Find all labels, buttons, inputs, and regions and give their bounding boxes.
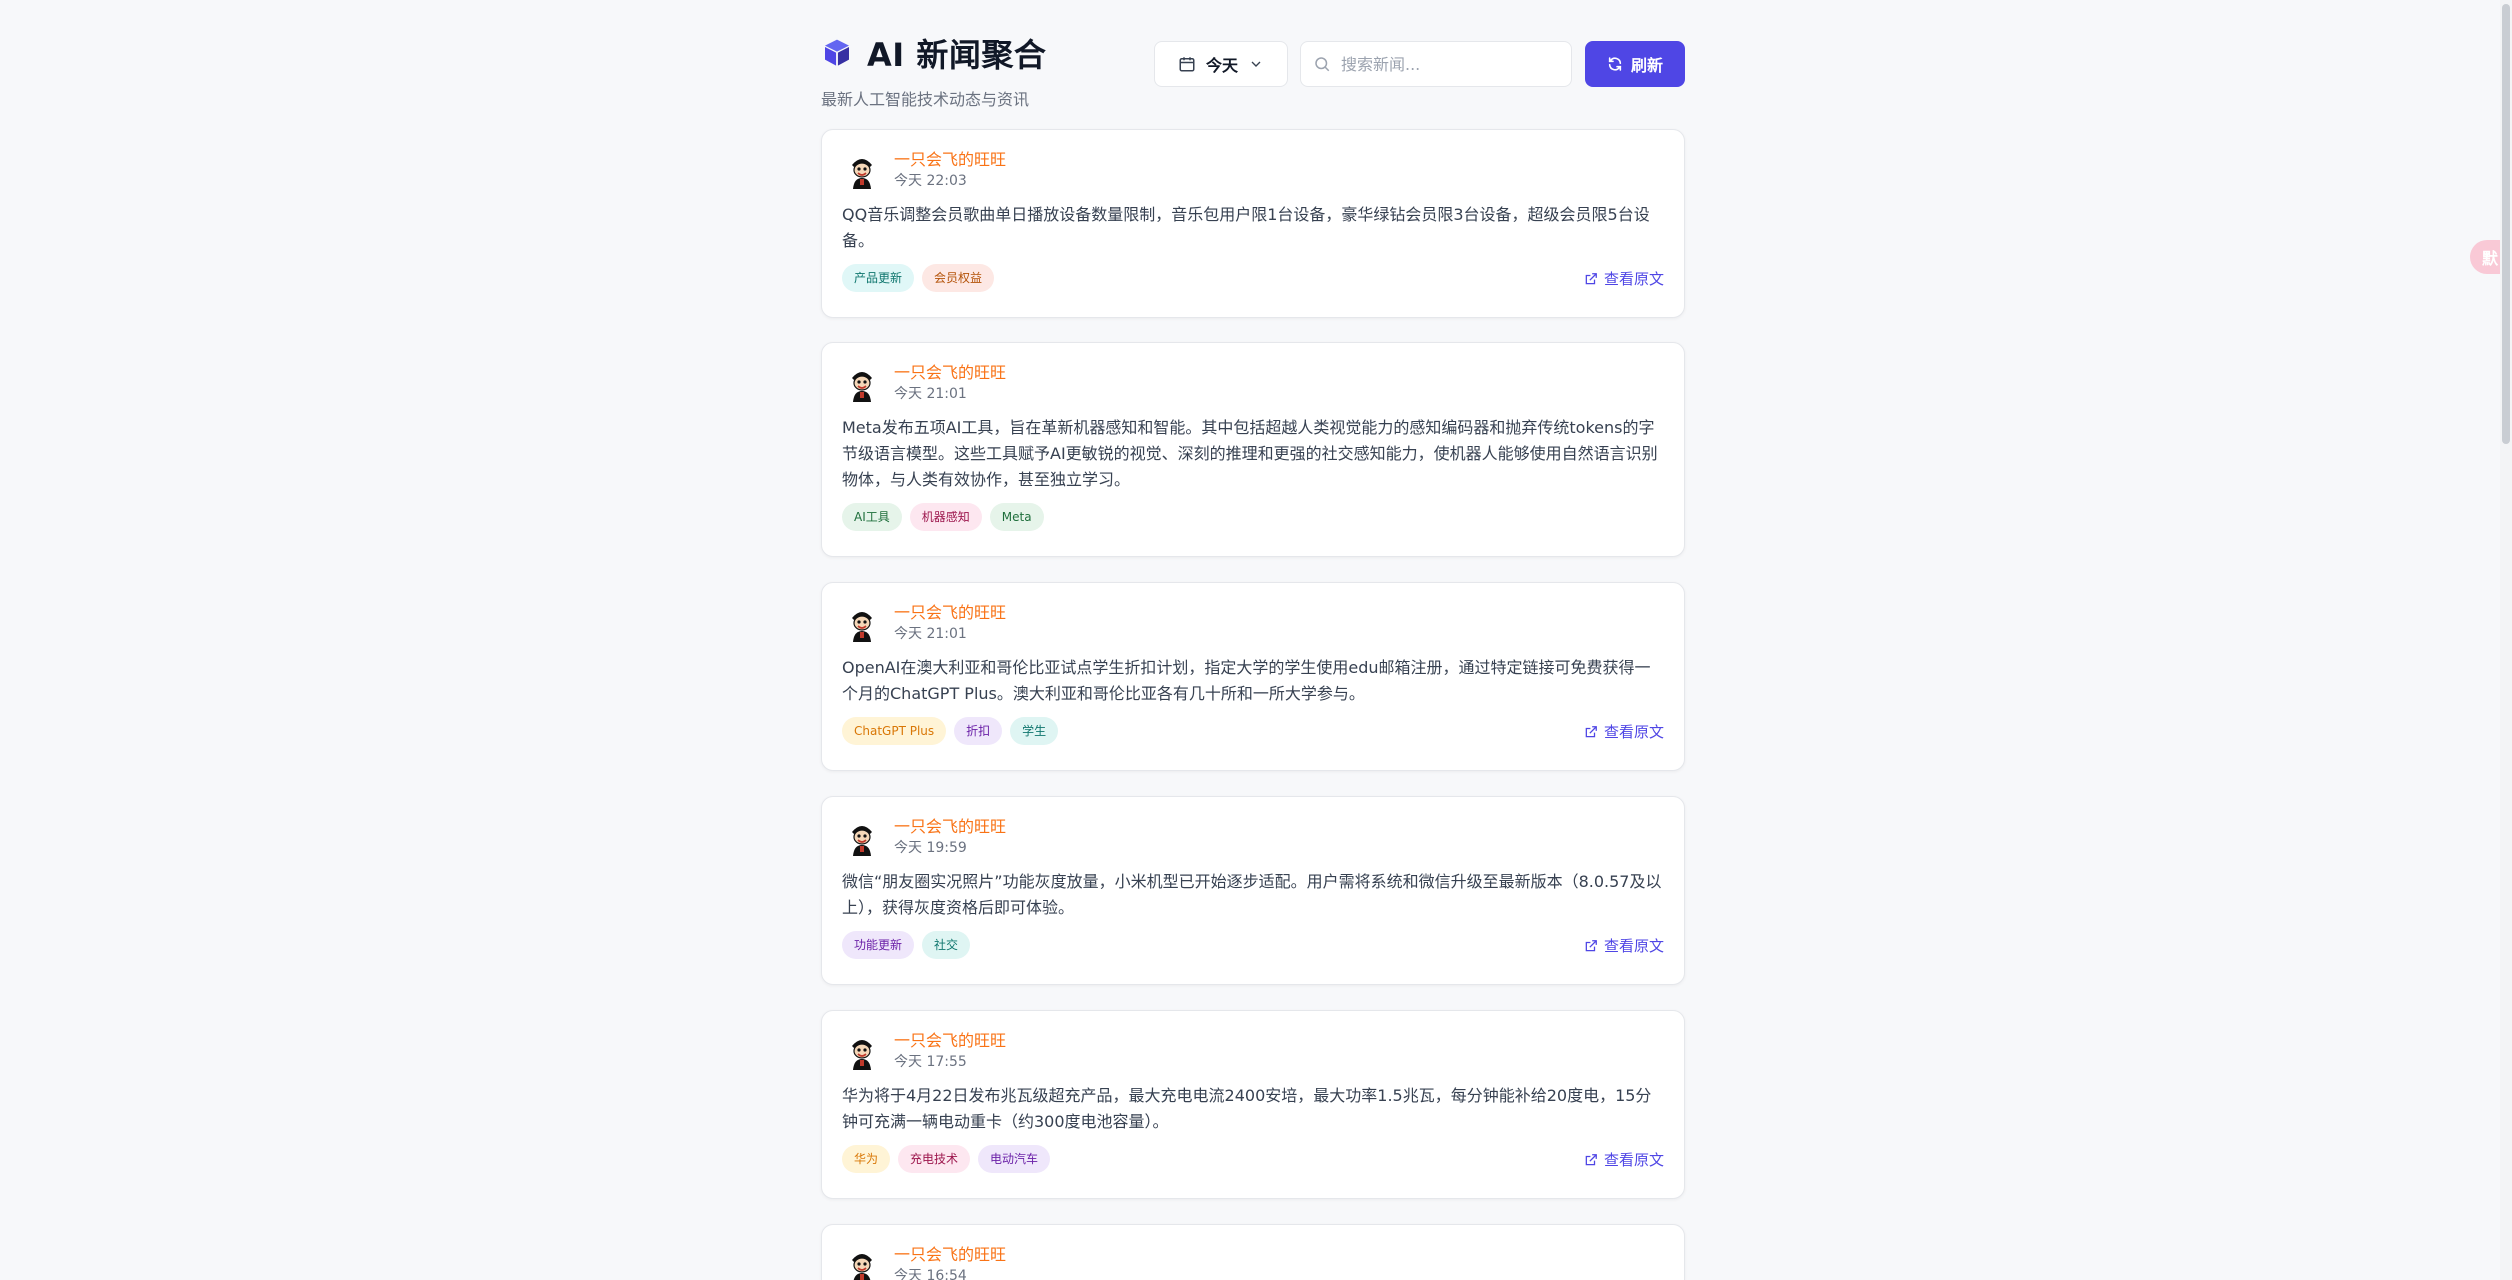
search-input[interactable] <box>1341 54 1561 74</box>
view-source-link[interactable]: 查看原文 <box>1584 935 1664 956</box>
news-content: QQ音乐调整会员歌曲单日播放设备数量限制，音乐包用户限1台设备，豪华绿钻会员限3… <box>842 205 1650 250</box>
author-meta: 一只会飞的旺旺 今天 21:01 <box>894 603 1006 644</box>
author-meta: 一只会飞的旺旺 今天 21:01 <box>894 363 1006 404</box>
view-source-link[interactable]: 查看原文 <box>1584 268 1664 289</box>
post-time: 今天 21:01 <box>894 626 967 642</box>
post-time: 今天 21:01 <box>894 386 967 402</box>
chevron-down-icon <box>1251 61 1261 67</box>
author-name[interactable]: 一只会飞的旺旺 <box>894 150 1006 170</box>
card-footer: 产品更新 会员权益 查看原文 <box>842 264 1664 294</box>
avatar[interactable] <box>842 1245 882 1280</box>
avatar[interactable] <box>842 363 882 404</box>
date-filter-button[interactable]: 今天 <box>1154 41 1288 87</box>
news-card: 一只会飞的旺旺 今天 19:59 微信“朋友圈实况照片”功能灰度放量，小米机型已… <box>821 796 1685 985</box>
page-title: AI 新闻聚合 <box>867 36 1047 74</box>
tag[interactable]: 功能更新 <box>842 931 915 959</box>
page-header: AI 新闻聚合 最新人工智能技术动态与资讯 今天 搜索新闻... 刷新 <box>821 0 1685 128</box>
view-source-label: 查看原文 <box>1603 270 1664 288</box>
author-row: 一只会飞的旺旺 今天 19:59 <box>842 817 1664 858</box>
news-content: Meta发布五项AI工具，旨在革新机器感知和智能。其中包括超越人类视觉能力的感知… <box>842 418 1658 489</box>
tag-list: ChatGPT Plus 折扣 学生 <box>842 717 1664 745</box>
post-time: 今天 16:54 <box>894 1268 967 1280</box>
news-card: 一只会飞的旺旺 今天 21:01 Meta发布五项AI工具，旨在革新机器感知和智… <box>821 342 1685 557</box>
author-name[interactable]: 一只会飞的旺旺 <box>894 603 1006 623</box>
cube-logo-icon <box>825 39 849 66</box>
scrollbar[interactable] <box>2500 0 2512 1280</box>
external-link-icon <box>1585 939 1597 951</box>
card-footer: ChatGPT Plus 折扣 学生 查看原文 <box>842 717 1664 747</box>
scrollbar-thumb[interactable] <box>2502 4 2510 444</box>
avatar[interactable] <box>842 150 882 191</box>
news-card: 一只会飞的旺旺 今天 22:03 QQ音乐调整会员歌曲单日播放设备数量限制，音乐… <box>821 129 1685 318</box>
tag-list: AI工具 机器感知 Meta <box>842 503 1664 531</box>
news-card: 一只会飞的旺旺 今天 17:55 华为将于4月22日发布兆瓦级超充产品，最大充电… <box>821 1010 1685 1199</box>
avatar[interactable] <box>842 817 882 858</box>
author-row: 一只会飞的旺旺 今天 16:54 <box>842 1245 1664 1280</box>
news-content: 华为将于4月22日发布兆瓦级超充产品，最大充电电流2400安培，最大功率1.5兆… <box>842 1086 1652 1131</box>
tag[interactable]: 电动汽车 <box>978 1145 1051 1173</box>
brand-row: AI 新闻聚合 <box>821 30 1046 76</box>
post-time: 今天 19:59 <box>894 840 967 856</box>
tag-list: 华为 充电技术 电动汽车 <box>842 1145 1664 1173</box>
view-source-link[interactable]: 查看原文 <box>1584 1149 1664 1170</box>
page-subtitle: 最新人工智能技术动态与资讯 <box>821 90 1030 109</box>
tag[interactable]: 会员权益 <box>922 264 995 292</box>
external-link-icon <box>1585 272 1597 284</box>
card-footer: 华为 充电技术 电动汽车 查看原文 <box>842 1145 1664 1175</box>
news-card: 一只会飞的旺旺 今天 16:54 <box>821 1224 1685 1280</box>
news-content: OpenAI在澳大利亚和哥伦比亚试点学生折扣计划，指定大学的学生使用edu邮箱注… <box>842 658 1651 703</box>
tag[interactable]: 学生 <box>1010 717 1059 745</box>
floating-tab-label: 默 <box>2482 249 2499 268</box>
news-content: 微信“朋友圈实况照片”功能灰度放量，小米机型已开始逐步适配。用户需将系统和微信升… <box>842 872 1662 917</box>
tag[interactable]: 机器感知 <box>909 503 982 531</box>
view-source-label: 查看原文 <box>1603 937 1664 955</box>
author-meta: 一只会飞的旺旺 今天 16:54 <box>894 1245 1006 1280</box>
tag[interactable]: Meta <box>989 503 1044 531</box>
author-name[interactable]: 一只会飞的旺旺 <box>894 1031 1006 1051</box>
search-icon <box>1315 57 1330 72</box>
avatar[interactable] <box>842 603 882 644</box>
author-meta: 一只会飞的旺旺 今天 22:03 <box>894 150 1006 191</box>
post-time: 今天 17:55 <box>894 1054 967 1070</box>
author-row: 一只会飞的旺旺 今天 17:55 <box>842 1031 1664 1072</box>
refresh-icon <box>1608 57 1622 71</box>
refresh-button[interactable]: 刷新 <box>1585 41 1685 87</box>
author-name[interactable]: 一只会飞的旺旺 <box>894 817 1006 837</box>
tag[interactable]: 折扣 <box>954 717 1003 745</box>
author-row: 一只会飞的旺旺 今天 21:01 <box>842 363 1664 404</box>
app-page: AI 新闻聚合 最新人工智能技术动态与资讯 今天 搜索新闻... 刷新 一只会飞… <box>0 0 2512 1280</box>
date-filter-label: 今天 <box>1205 56 1238 75</box>
tag-list: 产品更新 会员权益 <box>842 264 1664 292</box>
author-row: 一只会飞的旺旺 今天 21:01 <box>842 603 1664 644</box>
brand: AI 新闻聚合 最新人工智能技术动态与资讯 <box>821 30 1046 110</box>
post-time: 今天 22:03 <box>894 173 967 189</box>
external-link-icon <box>1585 725 1597 737</box>
search-box <box>1300 41 1572 87</box>
news-card: 一只会飞的旺旺 今天 21:01 OpenAI在澳大利亚和哥伦比亚试点学生折扣计… <box>821 582 1685 771</box>
view-source-label: 查看原文 <box>1603 1151 1664 1169</box>
external-link-icon <box>1585 1153 1597 1165</box>
refresh-label: 刷新 <box>1630 56 1663 75</box>
avatar[interactable] <box>842 1031 882 1072</box>
tag-list: 功能更新 社交 <box>842 931 1664 959</box>
author-name[interactable]: 一只会飞的旺旺 <box>894 363 1006 383</box>
view-source-link[interactable]: 查看原文 <box>1584 721 1664 742</box>
author-meta: 一只会飞的旺旺 今天 19:59 <box>894 817 1006 858</box>
view-source-label: 查看原文 <box>1603 723 1664 741</box>
author-meta: 一只会飞的旺旺 今天 17:55 <box>894 1031 1006 1072</box>
author-row: 一只会飞的旺旺 今天 22:03 <box>842 150 1664 191</box>
tag[interactable]: 社交 <box>922 931 971 959</box>
tag[interactable]: 华为 <box>842 1145 891 1173</box>
tag[interactable]: ChatGPT Plus <box>842 717 947 745</box>
calendar-icon <box>1179 57 1195 72</box>
tag[interactable]: AI工具 <box>842 503 902 531</box>
author-name[interactable]: 一只会飞的旺旺 <box>894 1245 1006 1265</box>
card-footer: AI工具 机器感知 Meta <box>842 503 1664 533</box>
tag[interactable]: 充电技术 <box>898 1145 971 1173</box>
card-footer: 功能更新 社交 查看原文 <box>842 931 1664 961</box>
main-container: AI 新闻聚合 最新人工智能技术动态与资讯 今天 搜索新闻... 刷新 一只会飞… <box>821 0 1685 1280</box>
tag[interactable]: 产品更新 <box>842 264 915 292</box>
